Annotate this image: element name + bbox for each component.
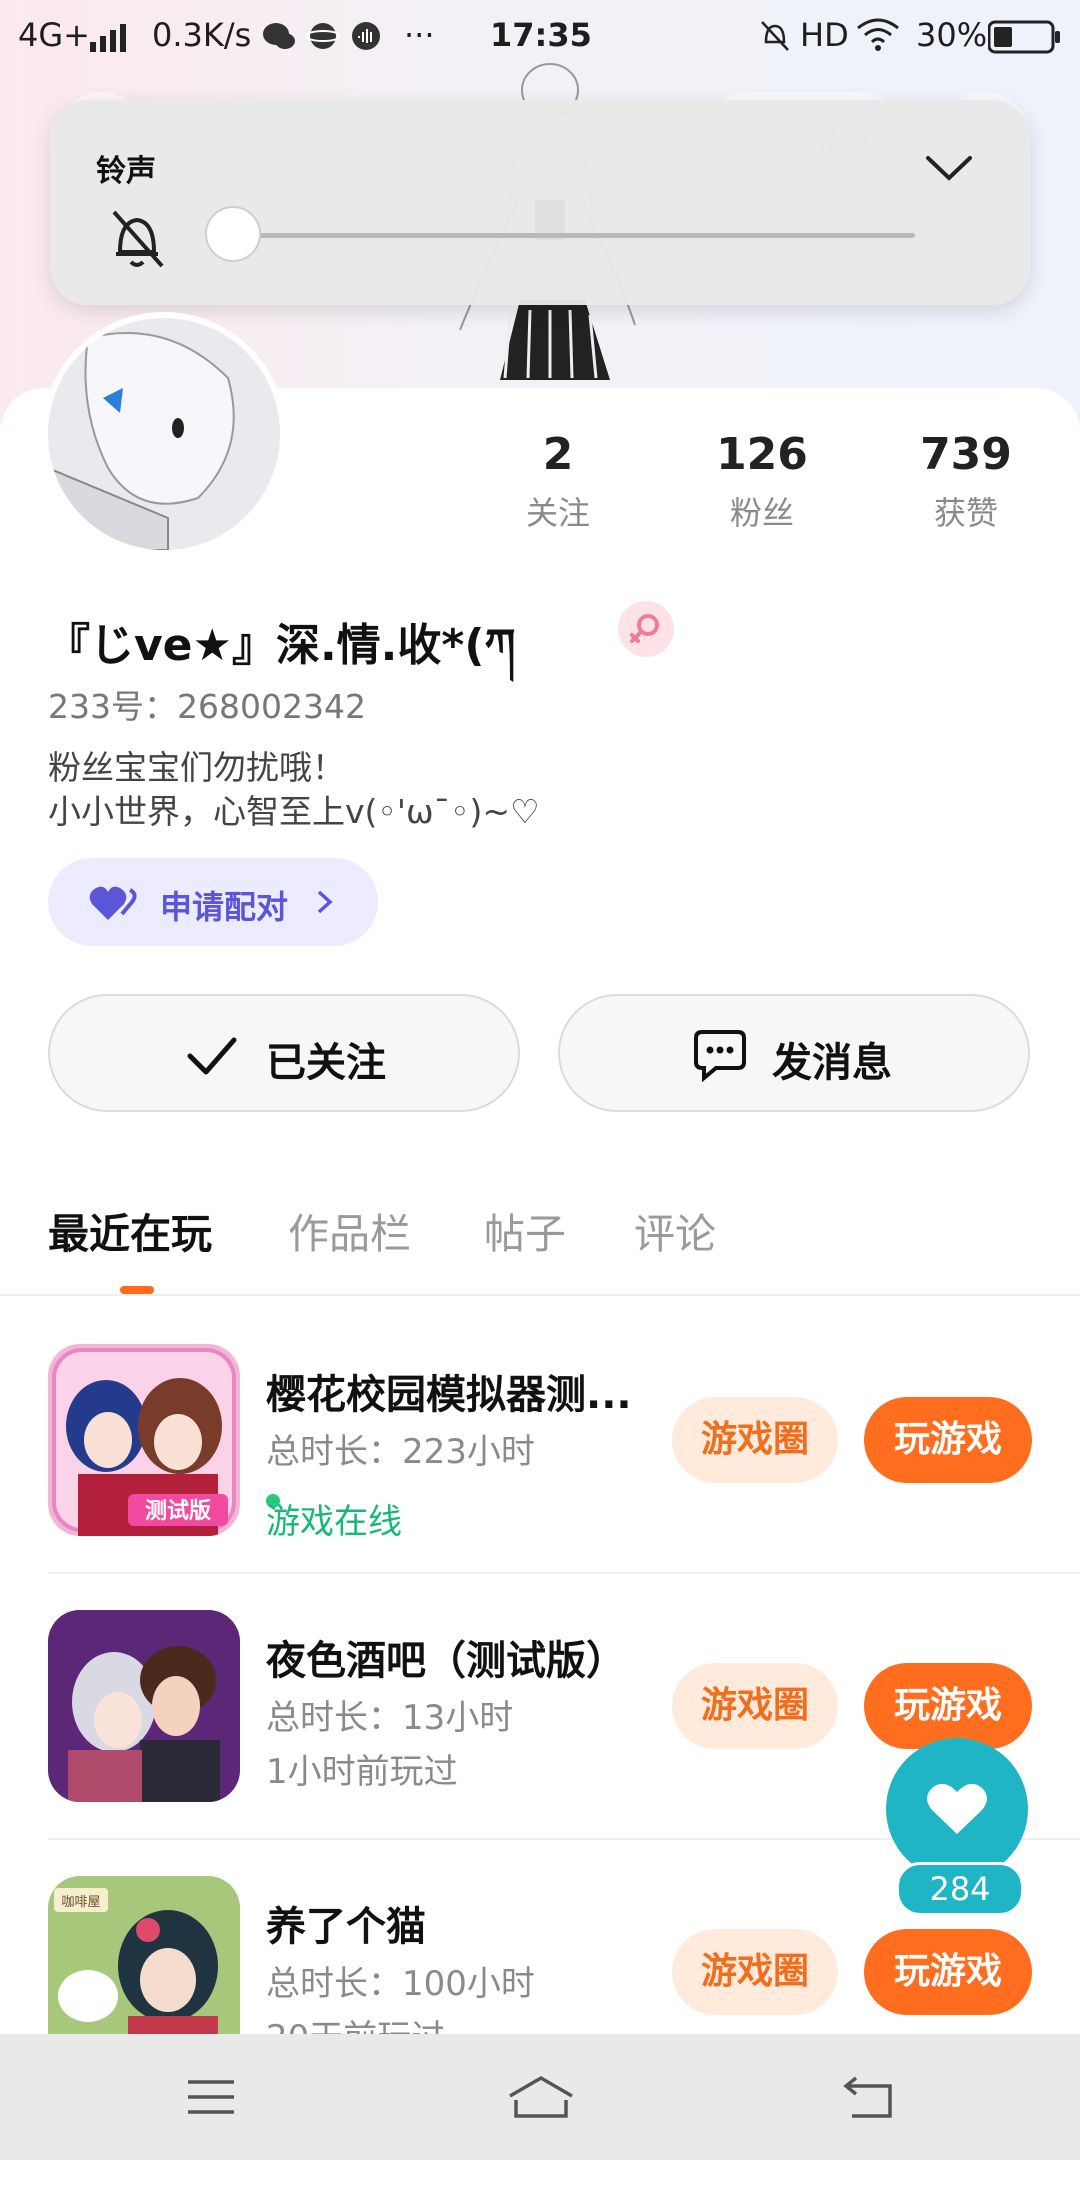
test-version-badge: 测试版 [145, 1499, 211, 1524]
battery-percent: 30% [916, 16, 988, 54]
bio: 粉丝宝宝们勿扰哦！ 小小世界，心智至上v(◦'ωˉ◦)~♡ [48, 748, 540, 831]
network-type: 4G+ [18, 16, 90, 54]
stat-likes-label: 获赞 [933, 494, 998, 532]
network-speed: 0.3K/s [152, 16, 252, 54]
cafe-sign: 咖啡屋 [61, 1895, 100, 1910]
female-gender-icon [618, 601, 674, 657]
home-icon[interactable] [506, 2074, 576, 2120]
stat-fans-value: 126 [716, 429, 808, 480]
ringtone-volume-panel: 铃声 [50, 100, 1030, 305]
game-name: 夜色酒吧（测试版） [266, 1638, 626, 1684]
chat-bubble-icon [694, 1030, 746, 1082]
ringtone-volume-track[interactable] [235, 233, 915, 238]
pair-hearts-icon [89, 886, 137, 920]
game-circle-button[interactable]: 游戏圈 [672, 1663, 838, 1749]
hd-indicator: HD [800, 16, 849, 54]
tab-posts[interactable]: 帖子 [484, 1200, 566, 1260]
stat-fans[interactable]: 126 粉丝 [682, 428, 842, 534]
audio-app-icon [352, 22, 380, 50]
clock: 17:35 [490, 16, 592, 54]
stat-likes-value: 739 [920, 429, 1012, 480]
tab-divider [0, 1294, 1080, 1296]
ringtone-title: 铃声 [96, 154, 156, 189]
more-notifications: ··· [404, 16, 435, 54]
tab-recently-played[interactable]: 最近在玩 [48, 1200, 212, 1260]
collapse-chevron-icon[interactable] [924, 150, 974, 186]
like-count-badge: 284 [896, 1862, 1024, 1916]
followed-button[interactable]: 已关注 [48, 994, 520, 1112]
send-message-button[interactable]: 发消息 [558, 994, 1030, 1112]
tab-works[interactable]: 作品栏 [288, 1200, 411, 1260]
game-icon-sakura-school: 测试版 [48, 1344, 240, 1536]
system-navigation-bar [0, 2034, 1080, 2160]
apply-pair-button[interactable]: 申请配对 [48, 858, 378, 946]
back-icon[interactable] [842, 2074, 896, 2120]
bell-muted-icon[interactable] [106, 206, 168, 270]
apply-pair-label: 申请配对 [160, 888, 289, 926]
stat-following-value: 2 [542, 429, 574, 480]
game-circle-button[interactable]: 游戏圈 [672, 1397, 838, 1483]
send-message-label: 发消息 [772, 1040, 892, 1086]
game-duration: 总时长：100小时 [266, 1964, 535, 2004]
status-bar: 4G+ 0.3K/s ··· 17:35 HD 30% [0, 0, 1080, 76]
game-circle-button[interactable]: 游戏圈 [672, 1929, 838, 2015]
like-button[interactable] [886, 1738, 1028, 1880]
stat-fans-label: 粉丝 [729, 494, 794, 532]
play-game-button[interactable]: 玩游戏 [864, 1397, 1032, 1483]
tab-comments[interactable]: 评论 [634, 1200, 716, 1260]
followed-label: 已关注 [266, 1040, 386, 1086]
mute-icon [761, 21, 789, 51]
game-status-text: 游戏在线 [266, 1502, 402, 1542]
user-id: 233号：268002342 [48, 687, 366, 726]
game-name: 养了个猫 [266, 1904, 426, 1950]
game-duration: 总时长：13小时 [266, 1698, 514, 1738]
game-duration: 总时长：223小时 [266, 1432, 535, 1472]
planet-app-icon [306, 23, 340, 49]
chevron-right-icon [317, 890, 333, 914]
battery-icon [988, 20, 1060, 54]
check-icon [187, 1037, 237, 1075]
game-status: 游戏在线 [266, 1478, 1080, 1554]
active-tab-indicator [120, 1286, 154, 1294]
game-icon-night-bar [48, 1610, 240, 1802]
signal-icon [90, 24, 126, 52]
list-divider [48, 1572, 1080, 1574]
game-name: 樱花校园模拟器测... [266, 1372, 632, 1418]
play-game-button[interactable]: 玩游戏 [864, 1929, 1032, 2015]
wechat-icon [263, 23, 295, 49]
game-item-sakura-school[interactable]: 测试版 樱花校园模拟器测... 总时长：223小时 游戏在线 游戏圈 玩游戏 [0, 1344, 1080, 1610]
heart-icon [927, 1783, 987, 1834]
avatar[interactable] [48, 318, 280, 550]
avatar-image [48, 318, 280, 550]
wifi-icon [857, 18, 899, 51]
play-game-button[interactable]: 玩游戏 [864, 1663, 1032, 1749]
stat-following[interactable]: 2 关注 [478, 428, 638, 534]
ringtone-volume-thumb[interactable] [205, 206, 261, 262]
stat-following-label: 关注 [525, 494, 590, 532]
menu-icon[interactable] [184, 2074, 238, 2120]
stat-likes[interactable]: 739 获赞 [886, 428, 1046, 534]
